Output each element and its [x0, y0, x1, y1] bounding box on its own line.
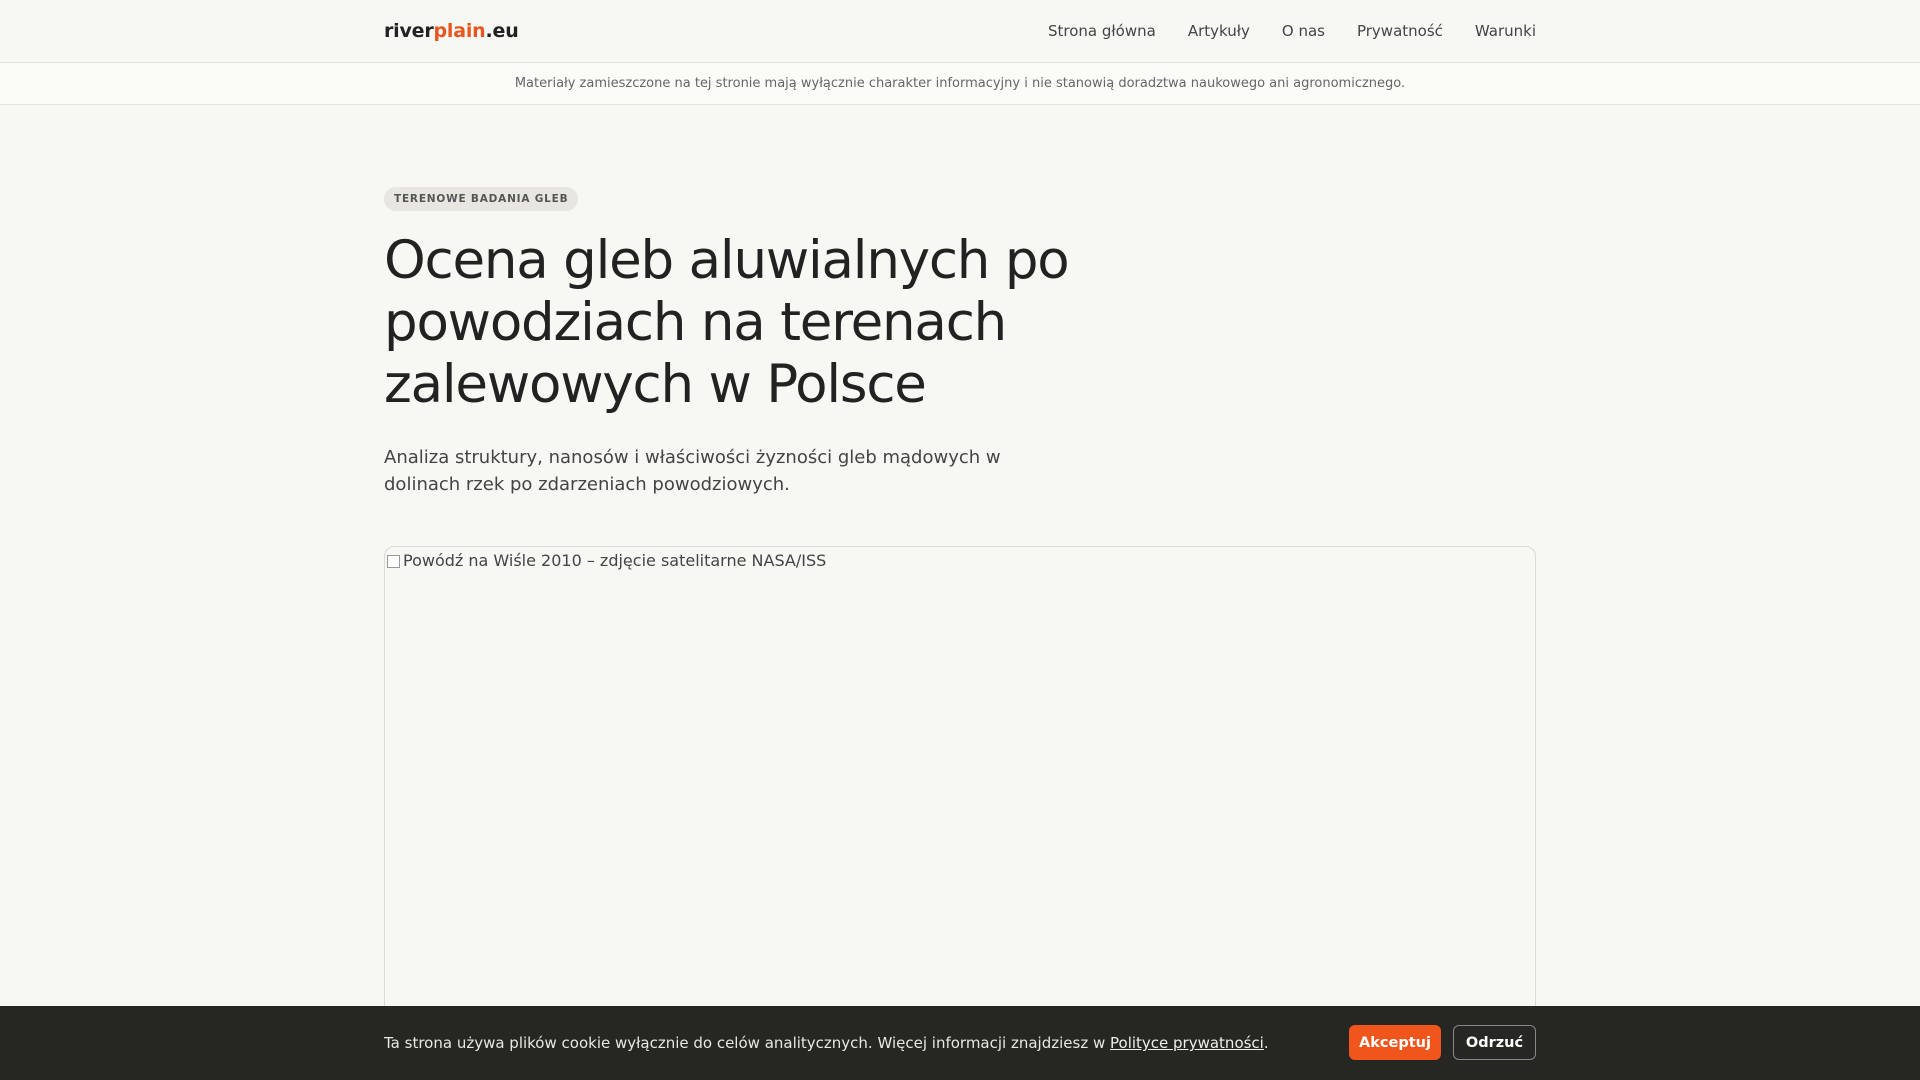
reject-cookies-button[interactable]: Odrzuć: [1453, 1025, 1536, 1060]
site-header: riverplain.eu Strona główna Artykuły O n…: [0, 0, 1920, 63]
cookie-text-end: .: [1263, 1034, 1269, 1052]
logo-text-domain: .eu: [485, 20, 519, 42]
image-alt-text: Powódź na Wiśle 2010 – zdjęcie satelitar…: [403, 551, 827, 570]
cookie-message: Ta strona używa plików cookie wyłącznie …: [384, 1034, 1269, 1052]
accept-cookies-button[interactable]: Akceptuj: [1349, 1025, 1441, 1060]
logo-text-plain: plain: [433, 20, 486, 42]
cookie-text-main: Ta strona używa plików cookie wyłącznie …: [384, 1034, 1110, 1052]
disclaimer-text: Materiały zamieszczone na tej stronie ma…: [514, 76, 1406, 91]
article-subtitle: Analiza struktury, nanosów i właściwości…: [384, 447, 1001, 495]
nav-link-privacy[interactable]: Prywatność: [1357, 22, 1443, 40]
logo-text-river: river: [384, 20, 434, 42]
broken-image-placeholder: Powódź na Wiśle 2010 – zdjęcie satelitar…: [385, 551, 826, 570]
nav-link-about[interactable]: O nas: [1282, 22, 1325, 40]
nav-link-articles[interactable]: Artykuły: [1188, 22, 1250, 40]
page-title: Ocena gleb aluwialnych po powodziach na …: [384, 230, 1070, 415]
nav-link-terms[interactable]: Warunki: [1475, 22, 1536, 40]
site-logo[interactable]: riverplain.eu: [384, 20, 519, 42]
disclaimer-bar: Materiały zamieszczone na tej stronie ma…: [0, 63, 1920, 105]
cookie-banner: Ta strona używa plików cookie wyłącznie …: [0, 1006, 1920, 1080]
nav-link-home[interactable]: Strona główna: [1048, 22, 1156, 40]
hero-image: Powódź na Wiśle 2010 – zdjęcie satelitar…: [384, 546, 1536, 1066]
main-nav: Strona główna Artykuły O nas Prywatność …: [1048, 22, 1536, 40]
category-tag: TERENOWE BADANIA GLEB: [384, 187, 579, 211]
broken-image-icon: [385, 553, 401, 569]
privacy-policy-link[interactable]: Polityce prywatności: [1110, 1034, 1264, 1052]
